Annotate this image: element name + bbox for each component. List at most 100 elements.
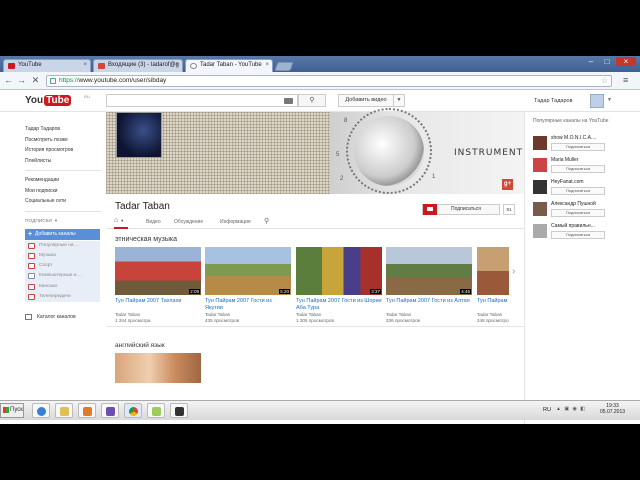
video-card[interactable]: 2:09 Тун Пайрам 2007 Тахпахи Tadar Taban…: [115, 247, 201, 324]
subscriptions-header[interactable]: ПОДПИСКИ ▼: [25, 216, 101, 227]
close-tab-icon[interactable]: ×: [83, 62, 87, 68]
address-bar[interactable]: https://www.youtube.com/user/sibday ☆: [46, 75, 612, 87]
channel-name[interactable]: show M.O.N.I.C.A....: [551, 135, 607, 141]
channel-suggestion[interactable]: Maria Muller Подписаться: [533, 156, 613, 178]
channel-icon[interactable]: [533, 158, 547, 172]
close-tab-icon[interactable]: ×: [175, 62, 179, 68]
video-title[interactable]: Тун Пайрам: [477, 298, 509, 312]
guide-item-recommendations[interactable]: Рекомендации: [25, 175, 101, 186]
tab-videos[interactable]: Видео: [146, 219, 161, 225]
guide-item-social[interactable]: Социальные сети: [25, 196, 101, 207]
channel-icon[interactable]: [533, 136, 547, 150]
search-input[interactable]: [106, 94, 298, 107]
video-title[interactable]: Тун Пайрам 2007 Тахпахи: [115, 298, 201, 312]
chrome-icon[interactable]: [124, 403, 142, 418]
category-music[interactable]: Музыка: [25, 250, 100, 262]
video-thumbnail[interactable]: [115, 353, 201, 383]
channel-icon[interactable]: [533, 224, 547, 238]
account-caret-icon[interactable]: ▼: [607, 97, 612, 103]
channel-suggestion[interactable]: HeyFanat.com Подписаться: [533, 178, 613, 200]
video-thumbnail[interactable]: 5:20: [205, 247, 291, 295]
video-title[interactable]: Тун Пайрам 2007 Гости из Шории Аба Тура: [296, 298, 382, 312]
section-title[interactable]: английский язык: [115, 342, 165, 349]
video-thumbnail[interactable]: [477, 247, 509, 295]
user-name[interactable]: Тадар Тадаров: [534, 98, 573, 104]
tab-youtube[interactable]: YouTube ×: [3, 59, 91, 72]
category-sport[interactable]: Спорт: [25, 261, 100, 272]
tab-home[interactable]: ⌂ ▼: [114, 217, 128, 229]
subscribe-button[interactable]: Подписаться: [551, 143, 605, 151]
video-thumbnail[interactable]: 3:37: [296, 247, 382, 295]
channel-suggestion[interactable]: show M.O.N.I.C.A.... Подписаться: [533, 134, 613, 156]
forward-icon[interactable]: →: [16, 75, 27, 86]
category-tv[interactable]: Телепередачи: [25, 291, 100, 303]
video-thumbnail[interactable]: 2:09: [115, 247, 201, 295]
tab-tadar-taban[interactable]: Tadar Taban - YouTube ×: [185, 59, 273, 72]
minimize-icon[interactable]: –: [584, 57, 598, 66]
notes-icon[interactable]: [147, 403, 165, 418]
guide-item-history[interactable]: История просмотров: [25, 145, 101, 156]
camera-icon[interactable]: [170, 403, 188, 418]
chevron-right-icon[interactable]: ›: [512, 266, 515, 277]
channel-catalog-link[interactable]: Каталог каналов: [25, 312, 101, 322]
tab-about[interactable]: Информация: [220, 219, 251, 225]
guide-item-profile[interactable]: Тадар Тадаров: [25, 124, 101, 135]
channel-icon[interactable]: [533, 180, 547, 194]
guide-item-playlists[interactable]: Плейлисты: [25, 156, 101, 167]
upload-button[interactable]: Добавить видео: [338, 94, 394, 107]
start-button[interactable]: Пуск: [0, 403, 24, 418]
category-cinema[interactable]: Кинозал: [25, 281, 100, 292]
subscribe-button[interactable]: Подписаться: [551, 209, 605, 217]
subscribe-button[interactable]: Подписаться: [551, 187, 605, 195]
clock[interactable]: 19:33 05.07.2013: [600, 403, 625, 415]
wrench-menu-icon[interactable]: ≡: [623, 75, 628, 85]
channel-icon[interactable]: [533, 202, 547, 216]
channel-name[interactable]: HeyFanat.com: [551, 179, 607, 185]
close-window-icon[interactable]: ×: [616, 57, 636, 66]
language-indicator[interactable]: RU: [543, 407, 551, 413]
channel-name[interactable]: Maria Muller: [551, 157, 607, 163]
section-title[interactable]: этническая музыка: [115, 236, 177, 243]
system-tray-icons[interactable]: ▲ ▣ ◉ ◧: [556, 406, 586, 412]
google-plus-icon[interactable]: g+: [502, 179, 513, 190]
new-tab-button[interactable]: [274, 62, 294, 71]
category-computer[interactable]: Компьютерные и ...: [25, 271, 100, 282]
video-card[interactable]: 3:37 Тун Пайрам 2007 Гости из Шории Аба …: [296, 247, 382, 324]
tab-label: YouTube: [18, 62, 42, 68]
video-card[interactable]: 4:45 Тун Пайрам 2007 Гости из Алтая Tada…: [386, 247, 472, 324]
close-tab-icon[interactable]: ×: [265, 62, 269, 68]
search-button[interactable]: ⚲: [298, 94, 326, 107]
video-thumbnail[interactable]: 4:45: [386, 247, 472, 295]
maximize-icon[interactable]: □: [600, 57, 614, 66]
media-player-icon[interactable]: [78, 403, 96, 418]
ie-icon[interactable]: [32, 403, 50, 418]
channel-search-icon[interactable]: ⚲: [264, 217, 269, 225]
back-icon[interactable]: ←: [3, 75, 14, 86]
guide-item-my-subscriptions[interactable]: Мои подписки: [25, 186, 101, 197]
video-card[interactable]: Тун Пайрам Tadar Taban 248 просмотро: [477, 247, 509, 324]
add-channels-button[interactable]: Добавить каналы: [25, 228, 100, 240]
channel-name[interactable]: Александр Пушной: [551, 201, 607, 207]
video-title[interactable]: Тун Пайрам 2007 Гости из Алтая: [386, 298, 472, 312]
channel-suggestion[interactable]: Самый правильн... Подписаться: [533, 222, 613, 244]
subscribe-button[interactable]: Подписаться: [551, 165, 605, 173]
category-popular[interactable]: Популярные на ...: [25, 240, 100, 251]
channel-suggestion[interactable]: Александр Пушной Подписаться: [533, 200, 613, 222]
upload-dropdown-icon[interactable]: ▼: [393, 94, 405, 107]
tab-discussion[interactable]: Обсуждение: [174, 219, 203, 225]
subscribe-button[interactable]: Подписаться: [422, 204, 500, 215]
subscribe-button[interactable]: Подписаться: [551, 231, 605, 239]
guide-item-watch-later[interactable]: Посмотреть позже: [25, 135, 101, 146]
youtube-logo[interactable]: You Tube RU: [25, 94, 90, 107]
keyboard-icon[interactable]: [284, 98, 293, 104]
video-title[interactable]: Тун Пайрам 2007 Гости из Якутии: [205, 298, 291, 312]
explorer-icon[interactable]: [55, 403, 73, 418]
channel-name[interactable]: Самый правильн...: [551, 223, 607, 229]
avatar[interactable]: [590, 94, 604, 108]
video-card[interactable]: 5:20 Тун Пайрам 2007 Гости из Якутии Tad…: [205, 247, 291, 324]
tab-gmail[interactable]: Входящие (3) - tadarof@g ×: [93, 59, 183, 72]
channel-icon[interactable]: [116, 112, 162, 158]
bookmark-star-icon[interactable]: ☆: [601, 76, 608, 86]
visual-studio-icon[interactable]: [101, 403, 119, 418]
stop-icon[interactable]: ✕: [30, 75, 41, 86]
